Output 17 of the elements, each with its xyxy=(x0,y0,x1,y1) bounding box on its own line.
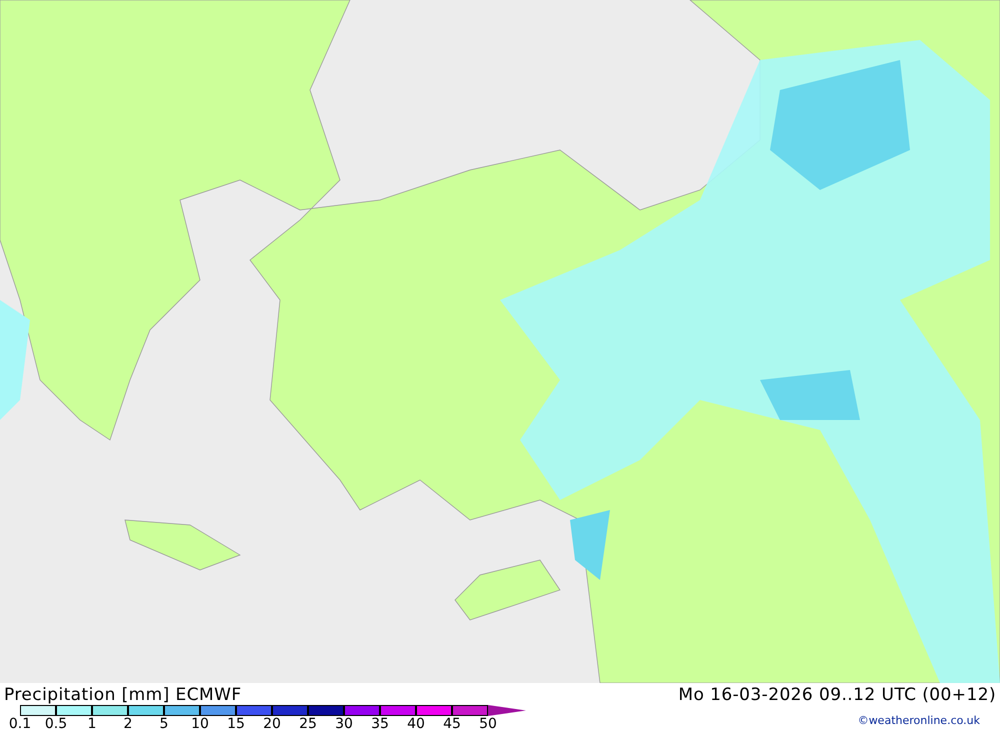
legend-label: 50 xyxy=(478,716,498,732)
legend-label: 2 xyxy=(122,716,134,732)
legend-label: 45 xyxy=(442,716,462,732)
legend-label: 0.5 xyxy=(44,716,68,732)
map-title: Precipitation [mm] ECMWF xyxy=(4,685,242,705)
legend-label: 0.1 xyxy=(8,716,32,732)
legend-label: 1 xyxy=(86,716,98,732)
legend-label: 5 xyxy=(158,716,170,732)
valid-time: Mo 16-03-2026 09..12 UTC (00+12) xyxy=(678,685,996,705)
legend-label: 15 xyxy=(226,716,246,732)
legend-label: 30 xyxy=(334,716,354,732)
legend-label: 10 xyxy=(190,716,210,732)
legend-label: 40 xyxy=(406,716,426,732)
legend-label: 35 xyxy=(370,716,390,732)
legend-label: 25 xyxy=(298,716,318,732)
credit-link[interactable]: ©weatheronline.co.uk xyxy=(858,713,980,730)
legend-label: 20 xyxy=(262,716,282,732)
